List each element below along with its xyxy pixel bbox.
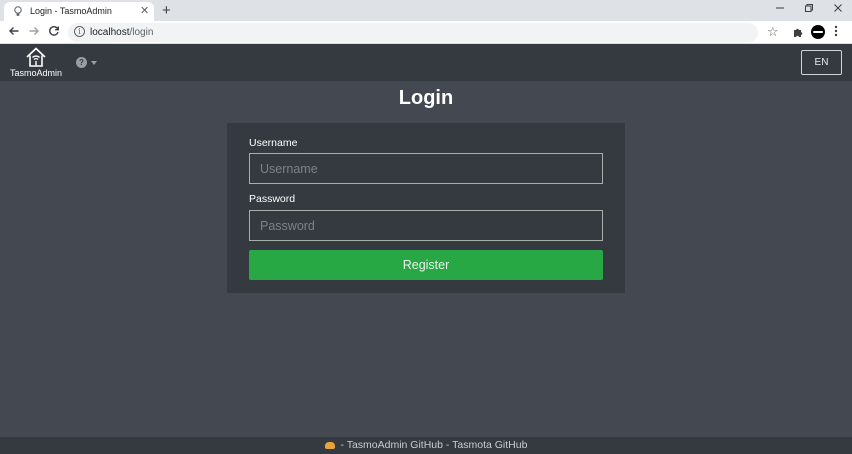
minimize-icon[interactable] <box>773 3 787 17</box>
new-tab-icon[interactable]: + <box>162 3 171 18</box>
restore-icon[interactable] <box>802 3 816 17</box>
browser-tab[interactable]: Login - TasmoAdmin ✕ <box>4 2 154 21</box>
info-icon[interactable]: i <box>74 26 85 37</box>
password-input[interactable] <box>249 210 603 241</box>
help-icon[interactable]: ? <box>76 57 87 68</box>
login-card: Username Password Register <box>227 123 625 293</box>
tab-close-icon[interactable]: ✕ <box>140 5 149 18</box>
brand-link[interactable]: TasmoAdmin <box>10 46 62 80</box>
footer: - TasmoAdmin GitHub - Tasmota GitHub <box>0 437 852 454</box>
browser-tabstrip: Login - TasmoAdmin ✕ + <box>0 0 852 21</box>
footer-separator: - <box>337 439 347 451</box>
brand-name: TasmoAdmin <box>10 68 63 78</box>
username-input[interactable] <box>249 153 603 184</box>
house-logo-icon <box>10 46 62 68</box>
password-label: Password <box>249 193 296 205</box>
language-button[interactable]: EN <box>801 50 842 75</box>
profile-icon[interactable] <box>811 25 825 39</box>
cloud-icon <box>324 442 335 449</box>
url-host: localhost <box>90 27 130 38</box>
register-button[interactable]: Register <box>249 250 603 280</box>
star-icon[interactable]: ☆ <box>767 24 779 39</box>
tasmota-github-link[interactable]: Tasmota GitHub <box>452 439 527 451</box>
back-icon[interactable] <box>7 25 21 40</box>
forward-icon[interactable] <box>27 25 41 40</box>
caret-down-icon[interactable] <box>91 61 97 65</box>
tab-title: Login - TasmoAdmin <box>30 6 112 16</box>
address-bar[interactable]: i localhost/login <box>68 23 758 42</box>
footer-separator: - <box>443 439 453 451</box>
close-icon[interactable] <box>831 3 845 17</box>
extensions-icon[interactable] <box>792 25 803 37</box>
app-navbar: TasmoAdmin ? EN <box>0 44 852 81</box>
tasmoadmin-github-link[interactable]: TasmoAdmin GitHub <box>347 439 443 451</box>
url-text: localhost/login <box>90 26 153 39</box>
page-title: Login <box>398 87 454 109</box>
browser-toolbar: i localhost/login ☆ <box>0 21 852 44</box>
bulb-icon <box>13 6 23 17</box>
url-path: /login <box>129 27 154 38</box>
reload-icon[interactable] <box>47 25 61 40</box>
username-label: Username <box>249 137 298 149</box>
kebab-menu-icon[interactable] <box>834 25 838 40</box>
